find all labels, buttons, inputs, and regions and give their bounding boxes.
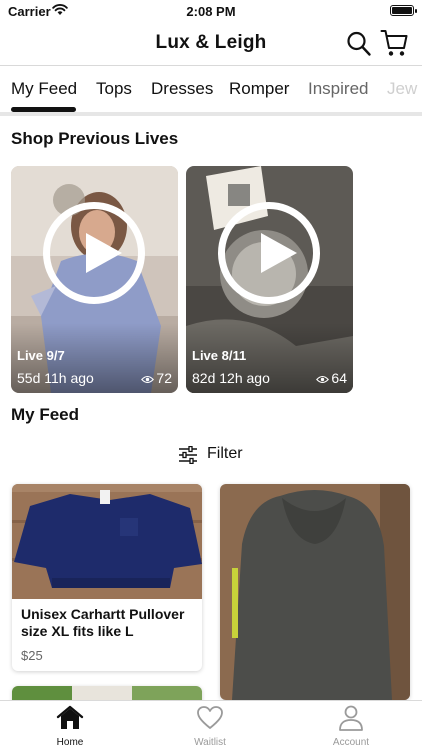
person-icon xyxy=(339,705,363,731)
home-icon xyxy=(56,705,84,729)
nav-bar: Lux & Leigh xyxy=(0,22,422,66)
eye-icon xyxy=(316,375,330,384)
tab-dresses[interactable]: Dresses xyxy=(151,79,213,99)
live-card[interactable]: Live 9/7 55d 11h ago 72 xyxy=(11,166,178,393)
play-icon[interactable] xyxy=(218,202,320,304)
tab-my-feed[interactable]: My Feed xyxy=(11,79,77,99)
tab-bar-home[interactable]: Home xyxy=(30,705,110,748)
live-view-count: 72 xyxy=(141,370,172,386)
search-icon xyxy=(347,31,371,56)
product-price: $25 xyxy=(21,648,43,663)
tab-bar-account[interactable]: Account xyxy=(311,705,391,748)
product-card[interactable] xyxy=(220,484,410,700)
battery-icon xyxy=(390,5,417,16)
feed-title: My Feed xyxy=(11,405,80,424)
tab-bar-label: Home xyxy=(56,737,84,748)
live-card[interactable]: Live 8/11 82d 12h ago 64 xyxy=(186,166,353,393)
tab-bar-label: Waitlist xyxy=(194,737,226,748)
live-date-label: Live 9/7 xyxy=(17,348,65,363)
cart-icon xyxy=(380,30,408,56)
tab-inspired[interactable]: Inspired xyxy=(308,79,368,99)
heart-icon xyxy=(197,706,223,729)
live-time-ago: 82d 12h ago xyxy=(192,370,270,386)
status-bar: Carrier 2:08 PM xyxy=(0,0,422,22)
live-views-value: 72 xyxy=(156,370,172,386)
live-time-ago: 55d 11h ago xyxy=(17,370,94,386)
product-image xyxy=(12,484,202,599)
filter-icon xyxy=(179,446,197,464)
live-view-count: 64 xyxy=(316,370,347,386)
tab-jewelry[interactable]: Jew xyxy=(387,79,417,99)
product-name: Unisex Carhartt Pullover size XL fits li… xyxy=(21,606,185,639)
status-time: 2:08 PM xyxy=(186,4,236,19)
tab-bar-label: Account xyxy=(332,737,370,748)
product-image xyxy=(220,484,410,700)
play-icon[interactable] xyxy=(43,202,145,304)
cart-button[interactable] xyxy=(380,28,408,58)
search-button[interactable] xyxy=(346,30,372,58)
live-views-value: 64 xyxy=(331,370,347,386)
eye-icon xyxy=(141,375,155,384)
product-card[interactable]: Unisex Carhartt Pullover size XL fits li… xyxy=(12,484,202,671)
category-tabs: My Feed Tops Dresses Romper Inspired Jew xyxy=(0,67,422,113)
tab-romper[interactable]: Romper xyxy=(229,79,289,99)
previous-lives-title: Shop Previous Lives xyxy=(11,129,179,148)
live-date-label: Live 8/11 xyxy=(192,348,247,363)
bottom-tab-bar: Home Waitlist Account xyxy=(0,700,422,750)
tab-tops[interactable]: Tops xyxy=(96,79,132,99)
tab-bar-waitlist[interactable]: Waitlist xyxy=(170,705,250,748)
tabs-divider xyxy=(0,112,422,116)
filter-label: Filter xyxy=(207,445,243,462)
